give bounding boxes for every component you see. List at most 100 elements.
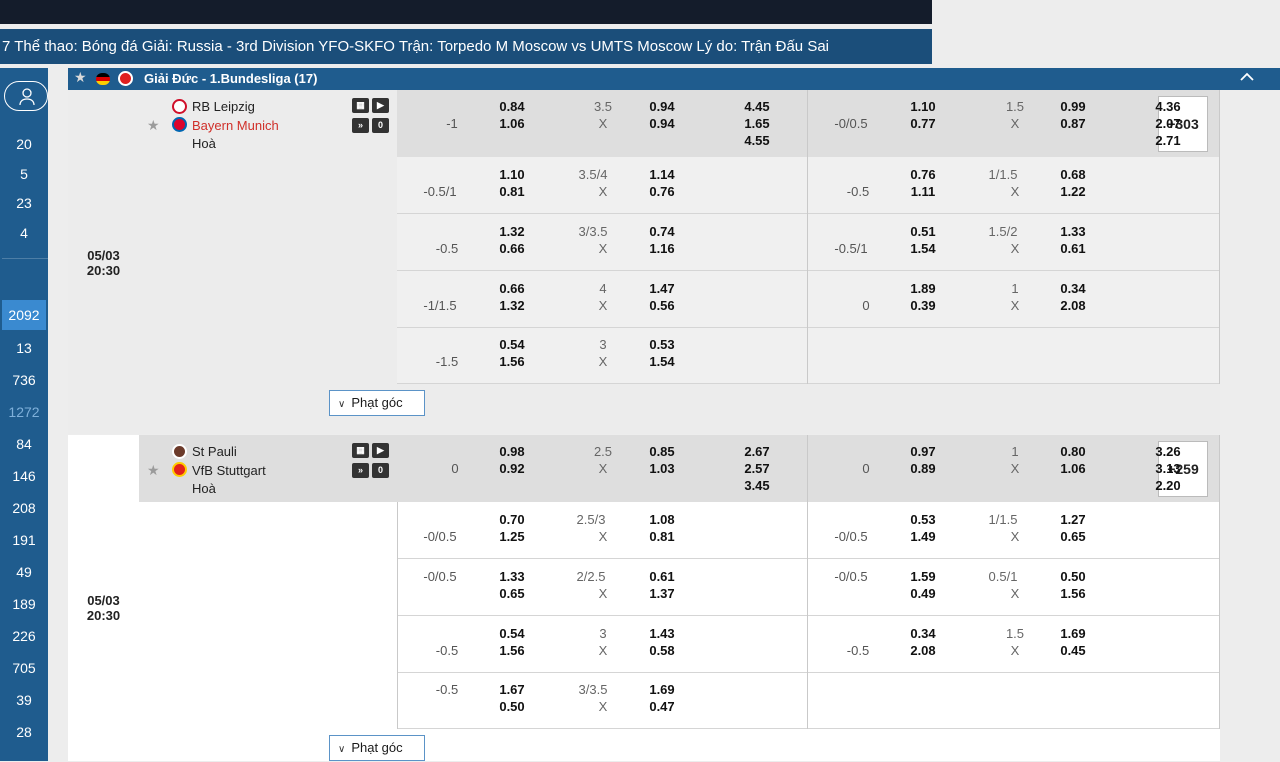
odds-value[interactable]: 0.45 xyxy=(1038,643,1108,658)
odds-value[interactable]: 0.92 xyxy=(477,461,547,476)
odds-value[interactable]: 0.98 xyxy=(477,444,547,459)
scoreboard-icon[interactable]: 0 xyxy=(372,118,389,133)
sidebar-count[interactable]: 146 xyxy=(0,468,48,484)
sidebar-count[interactable]: 28 xyxy=(0,724,48,740)
odds-value[interactable]: 0.85 xyxy=(627,444,697,459)
odds-value[interactable]: 1.56 xyxy=(477,354,547,369)
league-header[interactable]: ★ Giải Đức - 1.Bundesliga (17) xyxy=(68,68,1280,90)
1x2-odds[interactable]: 2.71 xyxy=(1133,133,1203,148)
odds-value[interactable]: 0.87 xyxy=(1038,116,1108,131)
odds-value[interactable]: 0.47 xyxy=(627,699,697,714)
odds-value[interactable]: 0.54 xyxy=(477,626,547,641)
sidebar-count[interactable]: 189 xyxy=(0,596,48,612)
odds-value[interactable]: 0.34 xyxy=(1038,281,1108,296)
sidebar-count[interactable]: 1272 xyxy=(0,404,48,420)
user-avatar-button[interactable] xyxy=(4,81,48,111)
odds-value[interactable]: 0.99 xyxy=(1038,99,1108,114)
odds-value[interactable]: 1.10 xyxy=(477,167,547,182)
odds-value[interactable]: 0.81 xyxy=(477,184,547,199)
fast-forward-icon[interactable]: » xyxy=(352,118,369,133)
scoreboard-icon[interactable]: 0 xyxy=(372,463,389,478)
odds-value[interactable]: 1.14 xyxy=(627,167,697,182)
odds-value[interactable]: 0.76 xyxy=(627,184,697,199)
odds-value[interactable]: 1.33 xyxy=(1038,224,1108,239)
odds-value[interactable]: 0.97 xyxy=(888,444,958,459)
odds-value[interactable]: 0.50 xyxy=(477,699,547,714)
odds-value[interactable]: 0.70 xyxy=(477,512,547,527)
1x2-odds[interactable]: 3.45 xyxy=(722,478,792,493)
odds-value[interactable]: 1.32 xyxy=(477,298,547,313)
play-icon[interactable]: ▶ xyxy=(372,443,389,458)
stats-icon[interactable]: ▦ xyxy=(352,443,369,458)
odds-value[interactable]: 0.34 xyxy=(888,626,958,641)
odds-value[interactable]: 1.10 xyxy=(888,99,958,114)
odds-value[interactable]: 1.37 xyxy=(627,586,697,601)
odds-value[interactable]: 0.94 xyxy=(627,99,697,114)
star-icon[interactable]: ★ xyxy=(147,117,160,134)
odds-value[interactable]: 1.32 xyxy=(477,224,547,239)
1x2-odds[interactable]: 2.20 xyxy=(1133,478,1203,493)
odds-value[interactable]: 0.61 xyxy=(1038,241,1108,256)
sidebar-count[interactable]: 20 xyxy=(0,136,48,152)
odds-value[interactable]: 0.77 xyxy=(888,116,958,131)
sidebar-count[interactable]: 191 xyxy=(0,532,48,548)
1x2-odds[interactable]: 4.36 xyxy=(1133,99,1203,114)
odds-value[interactable]: 2.08 xyxy=(888,643,958,658)
odds-value[interactable]: 0.51 xyxy=(888,224,958,239)
odds-value[interactable]: 1.49 xyxy=(888,529,958,544)
sidebar-count[interactable]: 226 xyxy=(0,628,48,644)
odds-value[interactable]: 2.08 xyxy=(1038,298,1108,313)
sidebar-count[interactable]: 208 xyxy=(0,500,48,516)
odds-value[interactable]: 1.06 xyxy=(1038,461,1108,476)
1x2-odds[interactable]: 3.13 xyxy=(1133,461,1203,476)
odds-value[interactable]: 0.89 xyxy=(888,461,958,476)
sidebar-count[interactable]: 39 xyxy=(0,692,48,708)
odds-value[interactable]: 0.66 xyxy=(477,281,547,296)
odds-value[interactable]: 1.69 xyxy=(627,682,697,697)
1x2-odds[interactable]: 4.55 xyxy=(722,133,792,148)
odds-value[interactable]: 0.81 xyxy=(627,529,697,544)
odds-value[interactable]: 1.59 xyxy=(888,569,958,584)
odds-value[interactable]: 0.58 xyxy=(627,643,697,658)
1x2-odds[interactable]: 3.26 xyxy=(1133,444,1203,459)
star-icon[interactable]: ★ xyxy=(74,69,87,86)
odds-value[interactable]: 1.69 xyxy=(1038,626,1108,641)
odds-value[interactable]: 0.39 xyxy=(888,298,958,313)
1x2-odds[interactable]: 2.67 xyxy=(722,444,792,459)
odds-value[interactable]: 1.56 xyxy=(1038,586,1108,601)
odds-value[interactable]: 1.89 xyxy=(888,281,958,296)
odds-value[interactable]: 0.61 xyxy=(627,569,697,584)
corner-kicks-toggle[interactable]: ∨ Phạt góc xyxy=(329,390,425,416)
sidebar-count[interactable]: 736 xyxy=(0,372,48,388)
odds-value[interactable]: 1.56 xyxy=(477,643,547,658)
odds-value[interactable]: 1.03 xyxy=(627,461,697,476)
odds-value[interactable]: 1.54 xyxy=(627,354,697,369)
odds-value[interactable]: 0.80 xyxy=(1038,444,1108,459)
home-team[interactable]: RB Leipzig xyxy=(192,99,255,114)
sidebar-count-active[interactable]: 2092 xyxy=(2,300,46,330)
away-team[interactable]: Bayern Munich xyxy=(192,118,279,133)
1x2-odds[interactable]: 2.57 xyxy=(722,461,792,476)
sidebar-count[interactable]: 4 xyxy=(0,225,48,241)
odds-value[interactable]: 0.53 xyxy=(888,512,958,527)
odds-value[interactable]: 0.84 xyxy=(477,99,547,114)
1x2-odds[interactable]: 1.65 xyxy=(722,116,792,131)
sidebar-count[interactable]: 84 xyxy=(0,436,48,452)
fast-forward-icon[interactable]: » xyxy=(352,463,369,478)
sidebar-count[interactable]: 23 xyxy=(0,195,48,211)
sidebar-count[interactable]: 49 xyxy=(0,564,48,580)
odds-value[interactable]: 0.68 xyxy=(1038,167,1108,182)
odds-value[interactable]: 1.08 xyxy=(627,512,697,527)
star-icon[interactable]: ★ xyxy=(147,462,160,479)
odds-value[interactable]: 1.16 xyxy=(627,241,697,256)
play-icon[interactable]: ▶ xyxy=(372,98,389,113)
away-team[interactable]: VfB Stuttgart xyxy=(192,463,266,478)
odds-value[interactable]: 1.06 xyxy=(477,116,547,131)
odds-value[interactable]: 0.65 xyxy=(477,586,547,601)
odds-value[interactable]: 0.74 xyxy=(627,224,697,239)
chevron-up-icon[interactable] xyxy=(1240,70,1254,84)
odds-value[interactable]: 0.76 xyxy=(888,167,958,182)
sidebar-count[interactable]: 5 xyxy=(0,166,48,182)
stats-icon[interactable]: ▦ xyxy=(352,98,369,113)
odds-value[interactable]: 1.22 xyxy=(1038,184,1108,199)
